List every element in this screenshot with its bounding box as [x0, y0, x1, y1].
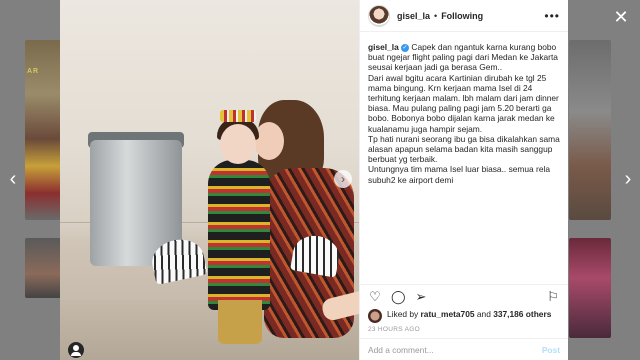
post-modal: › gisel_la • Following ••• gisel_la ✓ Ca…	[60, 0, 568, 360]
background-banner-text: AR	[27, 68, 40, 75]
caption-paragraph: Tp hati nurani seorang ibu ga bisa dikal…	[368, 133, 560, 165]
comment-bar: Post	[360, 338, 568, 360]
likes-conjunction: and	[476, 309, 491, 319]
caption-paragraph: Untungnya tim mama Isel luar biasa.. sem…	[368, 164, 551, 185]
author-username[interactable]: gisel_la	[397, 11, 430, 21]
caption-first-paragraph: gisel_la ✓ Capek dan ngantuk karna kuran…	[368, 42, 560, 73]
photo-girl-headdress	[220, 110, 256, 122]
background-post-thumbnail[interactable]	[25, 40, 61, 220]
post-timestamp[interactable]: 23 HOURS AGO	[360, 323, 568, 338]
more-options-icon[interactable]: •••	[544, 9, 560, 23]
likes-prefix: Liked by	[387, 309, 419, 319]
share-icon[interactable]: ➢	[414, 289, 428, 304]
liker-username[interactable]: ratu_meta705	[421, 309, 475, 319]
following-button[interactable]: Following	[441, 11, 483, 21]
post-header: gisel_la • Following •••	[360, 0, 568, 32]
action-bar: ♡ ◯ ➢ ⚐	[360, 284, 568, 308]
background-post-thumbnail[interactable]	[569, 238, 611, 338]
caption-area: gisel_la ✓ Capek dan ngantuk karna kuran…	[360, 32, 568, 284]
caption-paragraph: Dari awal bgitu acara Kartinian dirubah …	[368, 72, 559, 134]
caption-author[interactable]: gisel_la	[368, 42, 399, 52]
post-comment-button[interactable]: Post	[542, 345, 560, 355]
next-post-arrow-icon[interactable]: ›	[621, 168, 635, 190]
caption-fade	[360, 262, 568, 284]
previous-post-arrow-icon[interactable]: ‹	[6, 168, 20, 190]
background-post-thumbnail[interactable]	[569, 40, 611, 220]
comment-bubble-icon[interactable]: ◯	[391, 289, 406, 304]
likes-text: Liked by ratu_meta705 and 337,186 others	[387, 309, 551, 319]
likes-summary: Liked by ratu_meta705 and 337,186 others	[360, 308, 568, 323]
likes-others-count[interactable]: 337,186 others	[493, 309, 551, 319]
liker-avatar[interactable]	[368, 309, 382, 323]
verified-badge-icon: ✓	[401, 43, 410, 52]
background-post-thumbnail[interactable]	[25, 238, 61, 298]
author-avatar[interactable]	[368, 4, 390, 27]
post-photo[interactable]: ›	[60, 0, 359, 360]
close-icon[interactable]: ✕	[608, 6, 634, 28]
comment-input[interactable]	[368, 344, 542, 355]
photo-girl-face	[220, 124, 256, 164]
photo-girl-legs	[218, 300, 262, 344]
photo-girl-costume	[208, 160, 270, 310]
carousel-next-icon[interactable]: ›	[334, 170, 352, 188]
tagged-user-icon[interactable]	[68, 342, 84, 358]
post-side-panel: gisel_la • Following ••• gisel_la ✓ Cape…	[359, 0, 568, 360]
like-heart-icon[interactable]: ♡	[368, 289, 382, 304]
header-separator: •	[434, 10, 438, 21]
photo-woman-face	[254, 122, 284, 160]
caption: gisel_la ✓ Capek dan ngantuk karna kuran…	[368, 42, 560, 185]
save-bookmark-icon[interactable]: ⚐	[546, 289, 560, 304]
